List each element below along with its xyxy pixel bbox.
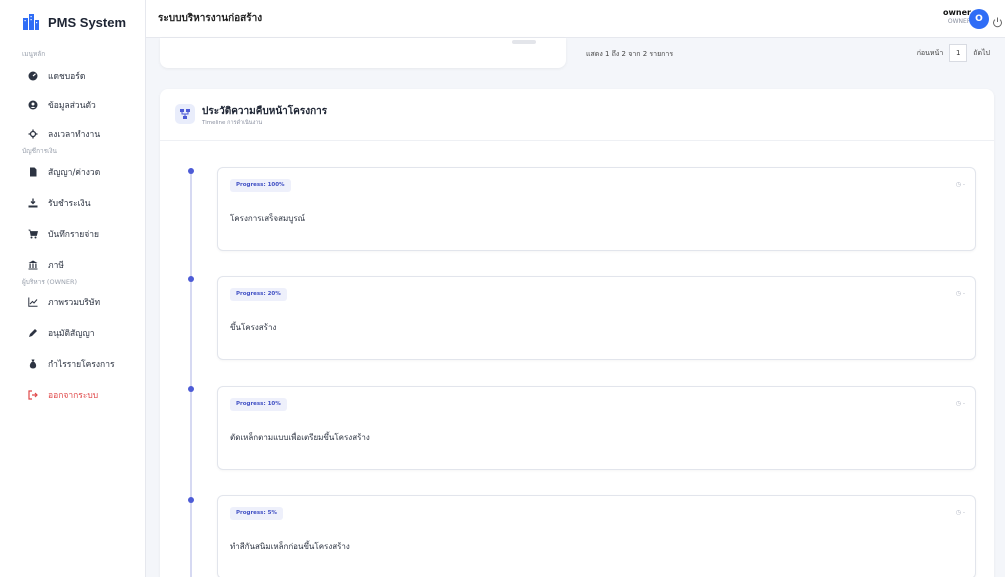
sidebar-item-logout[interactable]: ออกจากระบบ	[0, 382, 145, 407]
sidebar-item-label: ออกจากระบบ	[48, 390, 99, 401]
power-icon[interactable]	[992, 13, 1003, 28]
user-name: owner	[943, 8, 971, 17]
entry-date: ◷ -	[955, 181, 965, 188]
building-logo-icon	[22, 13, 40, 31]
user-role: OWNER	[947, 18, 971, 25]
section-label-main: เมนูหลัก	[22, 50, 46, 58]
dashboard-icon	[28, 71, 38, 81]
page-number-button[interactable]: 1	[949, 44, 968, 62]
timeline-header: ประวัติความคืบหน้าโครงการ Timeline การดำ…	[160, 89, 994, 141]
money-bag-icon	[28, 359, 38, 369]
progress-badge: Progress: 20%	[230, 288, 287, 301]
brand[interactable]: PMS System	[0, 0, 145, 44]
pen-icon	[28, 328, 38, 338]
sidebar-item-timesheet[interactable]: ลงเวลาทำงาน	[0, 121, 145, 146]
sidebar-item-expenses[interactable]: บันทึกรายจ่าย	[0, 221, 145, 246]
sidebar-item-payments[interactable]: รับชำระเงิน	[0, 190, 145, 215]
sidebar-item-approve-contracts[interactable]: อนุมัติสัญญา	[0, 320, 145, 345]
chart-icon	[28, 297, 38, 307]
sidebar-item-label: ข้อมูลส่วนตัว	[48, 100, 96, 111]
prev-page-button[interactable]: ก่อนหน้า	[917, 48, 944, 59]
timeline-line	[190, 168, 192, 577]
user-info[interactable]: owner OWNER	[943, 8, 971, 26]
sidebar-item-project-profit[interactable]: กำไรรายโครงการ	[0, 351, 145, 376]
timeline-entry: Progress: 5% ◷ - ทำสีกันสนิมเหล็กก่อนขึ้…	[217, 495, 976, 577]
avatar[interactable]: O	[969, 9, 989, 29]
timeline-subtitle: Timeline การดำเนินงาน	[202, 120, 263, 126]
top-header: ระบบบริหารงานก่อสร้าง owner OWNER O	[146, 0, 1005, 38]
sidebar-item-contracts[interactable]: สัญญา/ค่างวด	[0, 159, 145, 184]
entry-date: ◷ -	[955, 400, 965, 407]
section-label-finance: บัญชีการเงิน	[22, 147, 57, 155]
timeline-entry: Progress: 100% ◷ - โครงการเสร็จสมบูรณ์	[217, 167, 976, 251]
sidebar-item-label: แดชบอร์ด	[48, 71, 86, 82]
entry-description: ขึ้นโครงสร้าง	[230, 323, 277, 332]
sidebar-item-label: กำไรรายโครงการ	[48, 359, 115, 370]
sidebar-item-label: สัญญา/ค่างวด	[48, 167, 101, 178]
section-label-owner: ผู้บริหาร (OWNER)	[22, 278, 78, 286]
sidebar-item-label: ภาษี	[48, 260, 64, 271]
timeline-icon	[175, 104, 195, 124]
progress-badge: Progress: 5%	[230, 507, 283, 520]
timeline-entry: Progress: 20% ◷ - ขึ้นโครงสร้าง	[217, 276, 976, 360]
next-page-button[interactable]: ถัดไป	[973, 48, 990, 59]
timeline-dot	[188, 386, 194, 392]
summary-card	[160, 38, 566, 68]
sidebar-item-dashboard[interactable]: แดชบอร์ด	[0, 63, 145, 88]
entry-date: ◷ -	[955, 290, 965, 297]
cart-icon	[28, 229, 38, 239]
sidebar-item-tax[interactable]: ภาษี	[0, 252, 145, 277]
timeline-dot	[188, 276, 194, 282]
timeline-card: ประวัติความคืบหน้าโครงการ Timeline การดำ…	[160, 89, 994, 577]
brand-name: PMS System	[48, 14, 127, 30]
sidebar-item-label: บันทึกรายจ่าย	[48, 229, 100, 240]
entry-description: ตัดเหล็กตามแบบเพื่อเตรียมขึ้นโครงสร้าง	[230, 433, 370, 442]
pagination-bar: แสดง 1 ถึง 2 จาก 2 รายการ ก่อนหน้า 1 ถัด…	[578, 38, 996, 68]
bank-icon	[28, 260, 38, 270]
sidebar-item-label: รับชำระเงิน	[48, 198, 91, 209]
progress-badge: Progress: 10%	[230, 398, 287, 411]
timeline-title: ประวัติความคืบหน้าโครงการ	[202, 106, 328, 117]
sidebar-item-profile[interactable]: ข้อมูลส่วนตัว	[0, 92, 145, 117]
document-icon	[28, 167, 38, 177]
pagination-info: แสดง 1 ถึง 2 จาก 2 รายการ	[586, 50, 674, 58]
sidebar-item-overview[interactable]: ภาพรวมบริษัท	[0, 289, 145, 314]
entry-date: ◷ -	[955, 509, 965, 516]
sidebar-item-label: ภาพรวมบริษัท	[48, 297, 101, 308]
entry-description: โครงการเสร็จสมบูรณ์	[230, 214, 306, 223]
logout-icon	[28, 389, 38, 400]
page-title: ระบบบริหารงานก่อสร้าง	[158, 13, 263, 24]
timeline-dot	[188, 497, 194, 503]
progress-badge: Progress: 100%	[230, 179, 291, 192]
entry-description: ทำสีกันสนิมเหล็กก่อนขึ้นโครงสร้าง	[230, 542, 350, 551]
scroll-handle[interactable]	[512, 40, 536, 44]
receive-money-icon	[28, 198, 38, 208]
timeline-dot	[188, 168, 194, 174]
pagination-controls: ก่อนหน้า 1 ถัดไป	[917, 44, 990, 62]
sidebar: PMS System เมนูหลัก แดชบอร์ด ข้อมูลส่วนต…	[0, 0, 146, 577]
timesheet-icon	[28, 129, 38, 139]
timeline-entry: Progress: 10% ◷ - ตัดเหล็กตามแบบเพื่อเตร…	[217, 386, 976, 470]
sidebar-item-label: อนุมัติสัญญา	[48, 328, 95, 339]
user-icon	[28, 100, 38, 110]
sidebar-item-label: ลงเวลาทำงาน	[48, 129, 101, 140]
